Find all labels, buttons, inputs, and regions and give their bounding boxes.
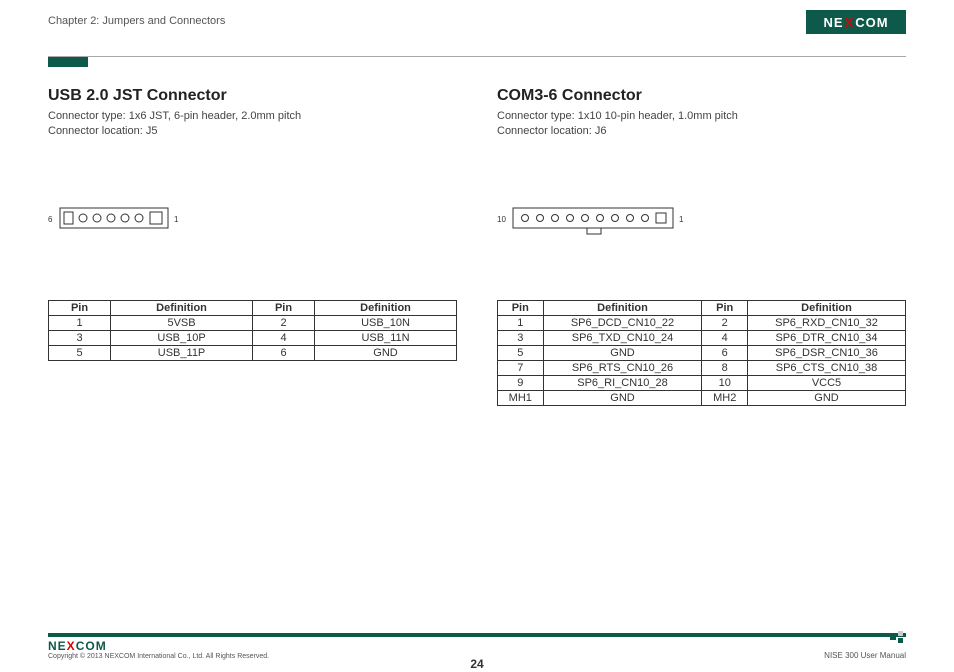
table-cell: GND bbox=[315, 345, 457, 360]
com-connector-type: Connector type: 1x10 10-pin header, 1.0m… bbox=[497, 109, 906, 124]
com-connector-location: Connector location: J6 bbox=[497, 124, 906, 139]
logo-text-post: COM bbox=[855, 15, 888, 30]
page-header: Chapter 2: Jumpers and Connectors NEXCOM bbox=[0, 0, 954, 50]
table-cell: SP6_DCD_CN10_22 bbox=[543, 315, 702, 330]
page-number: 24 bbox=[470, 657, 483, 671]
table-row: 5USB_11P6GND bbox=[49, 345, 457, 360]
table-cell: USB_10N bbox=[315, 315, 457, 330]
col-pin: Pin bbox=[498, 300, 544, 315]
header-rule bbox=[48, 56, 906, 57]
pin-label-left: 6 bbox=[48, 215, 53, 224]
table-row: MH1GNDMH2GND bbox=[498, 390, 906, 405]
usb-table-body: 15VSB2USB_10N3USB_10P4USB_11N5USB_11P6GN… bbox=[49, 315, 457, 360]
table-cell: SP6_RXD_CN10_32 bbox=[748, 315, 906, 330]
table-cell: USB_10P bbox=[111, 330, 253, 345]
usb-connector-location: Connector location: J5 bbox=[48, 124, 457, 139]
pin-label-right: 1 bbox=[174, 215, 179, 224]
com-connector-title: COM3-6 Connector bbox=[497, 87, 906, 105]
table-cell: 8 bbox=[702, 360, 748, 375]
table-cell: GND bbox=[543, 390, 702, 405]
nexcom-logo: NEXCOM bbox=[806, 10, 906, 34]
logo-text-pre: NE bbox=[48, 639, 67, 653]
footer-rule bbox=[48, 633, 906, 637]
table-cell: 5 bbox=[498, 345, 544, 360]
table-cell: 5VSB bbox=[111, 315, 253, 330]
page-footer: NEXCOM Copyright © 2013 NEXCOM Internati… bbox=[0, 633, 954, 660]
table-cell: MH2 bbox=[702, 390, 748, 405]
table-cell: SP6_DSR_CN10_36 bbox=[748, 345, 906, 360]
table-row: 7SP6_RTS_CN10_268SP6_CTS_CN10_38 bbox=[498, 360, 906, 375]
col-def: Definition bbox=[111, 300, 253, 315]
table-cell: 3 bbox=[49, 330, 111, 345]
chapter-title: Chapter 2: Jumpers and Connectors bbox=[48, 15, 906, 27]
table-cell: 1 bbox=[49, 315, 111, 330]
table-cell: GND bbox=[543, 345, 702, 360]
table-cell: 3 bbox=[498, 330, 544, 345]
col-def: Definition bbox=[543, 300, 702, 315]
usb-connector-diagram: 6 1 bbox=[48, 170, 457, 290]
accent-bar bbox=[48, 57, 88, 67]
table-cell: 7 bbox=[498, 360, 544, 375]
col-def: Definition bbox=[748, 300, 906, 315]
table-cell: GND bbox=[748, 390, 906, 405]
col-pin: Pin bbox=[49, 300, 111, 315]
table-row: 3SP6_TXD_CN10_244SP6_DTR_CN10_34 bbox=[498, 330, 906, 345]
table-cell: USB_11P bbox=[111, 345, 253, 360]
logo-text-post: COM bbox=[76, 639, 107, 653]
table-cell: 2 bbox=[702, 315, 748, 330]
copyright-text: Copyright © 2013 NEXCOM International Co… bbox=[48, 653, 269, 660]
table-row: 9SP6_RI_CN10_2810VCC5 bbox=[498, 375, 906, 390]
table-cell: 2 bbox=[252, 315, 314, 330]
pin-label-right: 1 bbox=[679, 215, 684, 224]
logo-text-x: X bbox=[67, 639, 76, 653]
table-cell: SP6_RTS_CN10_26 bbox=[543, 360, 702, 375]
usb-connector-title: USB 2.0 JST Connector bbox=[48, 87, 457, 105]
table-cell: USB_11N bbox=[315, 330, 457, 345]
table-row: 3USB_10P4USB_11N bbox=[49, 330, 457, 345]
footer-logo: NEXCOM bbox=[48, 639, 269, 653]
table-row: 1SP6_DCD_CN10_222SP6_RXD_CN10_32 bbox=[498, 315, 906, 330]
col-pin: Pin bbox=[252, 300, 314, 315]
table-cell: 5 bbox=[49, 345, 111, 360]
col-pin: Pin bbox=[702, 300, 748, 315]
col-def: Definition bbox=[315, 300, 457, 315]
table-cell: 6 bbox=[702, 345, 748, 360]
logo-text-pre: NE bbox=[823, 15, 843, 30]
table-row: 15VSB2USB_10N bbox=[49, 315, 457, 330]
table-cell: 1 bbox=[498, 315, 544, 330]
left-column: USB 2.0 JST Connector Connector type: 1x… bbox=[48, 87, 457, 406]
table-cell: 6 bbox=[252, 345, 314, 360]
table-cell: SP6_DTR_CN10_34 bbox=[748, 330, 906, 345]
table-cell: 10 bbox=[702, 375, 748, 390]
com-table-body: 1SP6_DCD_CN10_222SP6_RXD_CN10_323SP6_TXD… bbox=[498, 315, 906, 405]
logo-text-x: X bbox=[844, 15, 856, 30]
com-connector-diagram: 10 1 bbox=[497, 170, 906, 290]
table-cell: 4 bbox=[252, 330, 314, 345]
com-pinout-table: Pin Definition Pin Definition 1SP6_DCD_C… bbox=[497, 300, 906, 406]
table-cell: VCC5 bbox=[748, 375, 906, 390]
manual-name: NISE 300 User Manual bbox=[824, 651, 906, 660]
pin-label-left: 10 bbox=[497, 215, 506, 224]
table-cell: MH1 bbox=[498, 390, 544, 405]
table-cell: 9 bbox=[498, 375, 544, 390]
usb-connector-type: Connector type: 1x6 JST, 6-pin header, 2… bbox=[48, 109, 457, 124]
table-cell: SP6_RI_CN10_28 bbox=[543, 375, 702, 390]
table-row: 5GND6SP6_DSR_CN10_36 bbox=[498, 345, 906, 360]
table-cell: 4 bbox=[702, 330, 748, 345]
usb-pinout-table: Pin Definition Pin Definition 15VSB2USB_… bbox=[48, 300, 457, 361]
content-area: USB 2.0 JST Connector Connector type: 1x… bbox=[0, 67, 954, 406]
table-cell: SP6_CTS_CN10_38 bbox=[748, 360, 906, 375]
right-column: COM3-6 Connector Connector type: 1x10 10… bbox=[497, 87, 906, 406]
table-cell: SP6_TXD_CN10_24 bbox=[543, 330, 702, 345]
